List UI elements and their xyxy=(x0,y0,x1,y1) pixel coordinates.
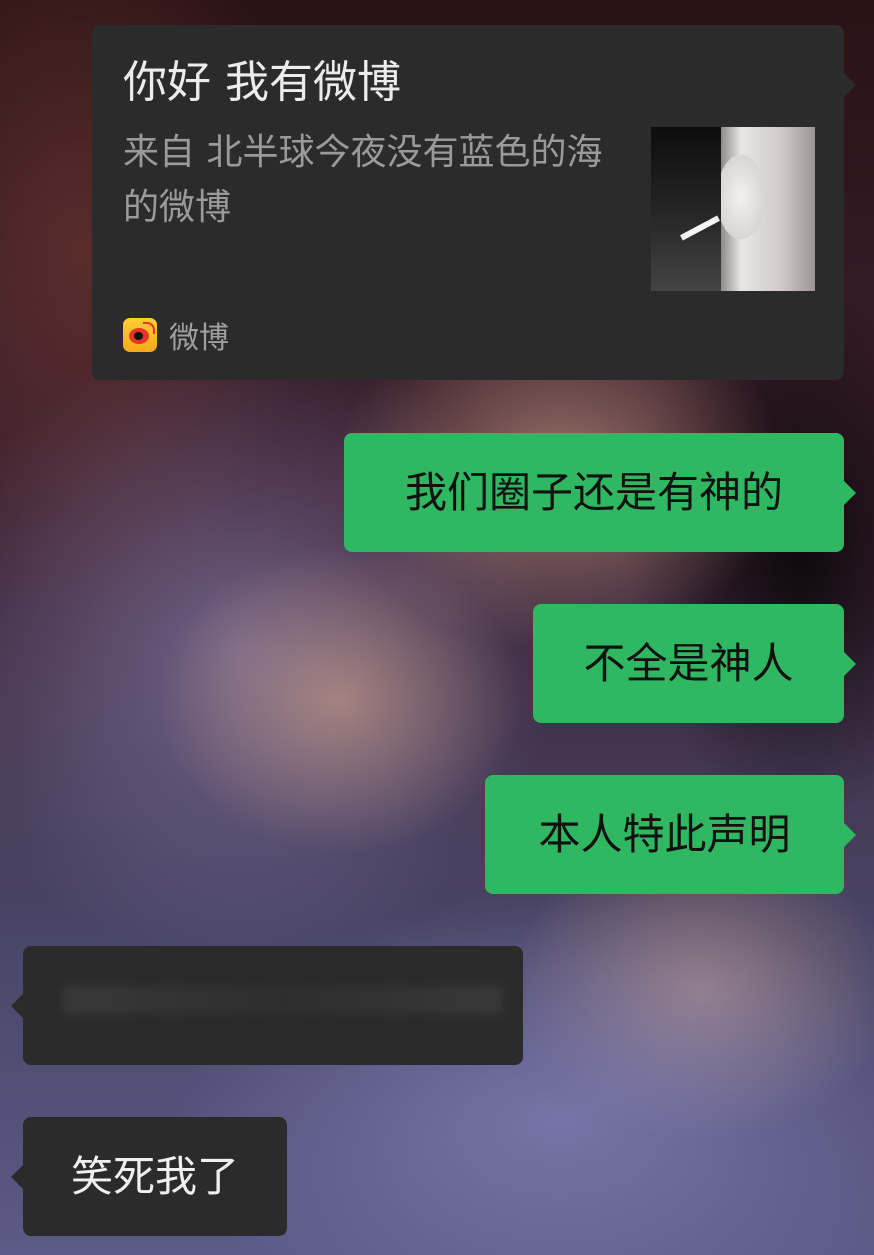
weibo-icon xyxy=(123,318,157,352)
message-bubble-outgoing[interactable]: 本人特此声明 xyxy=(485,775,856,894)
share-card-source-label: 微博 xyxy=(169,321,229,356)
message-bubble-incoming[interactable]: 笑死我了 xyxy=(11,1117,287,1236)
message-text: 我们圈子还是有神的 xyxy=(404,468,783,517)
message-text: 笑死我了 xyxy=(70,1152,239,1201)
message-text: 不全是神人 xyxy=(583,639,794,688)
thumbnail-hair-shape xyxy=(651,127,721,291)
message-bubble-incoming-redacted[interactable] xyxy=(11,946,523,1065)
weibo-share-card[interactable]: 你好 我有微博 来自 北半球今夜没有蓝色的海 的微博 微博 xyxy=(92,25,856,380)
message-bubble-outgoing[interactable]: 不全是神人 xyxy=(533,604,856,723)
share-card-thumbnail xyxy=(651,127,815,291)
message-bubble-outgoing[interactable]: 我们圈子还是有神的 xyxy=(344,433,856,552)
share-card-title: 你好 我有微博 xyxy=(123,57,401,108)
redacted-text-blur xyxy=(63,986,503,1014)
weibo-pupil-shape xyxy=(134,332,143,340)
message-text: 本人特此声明 xyxy=(538,810,791,859)
share-card-description: 来自 北半球今夜没有蓝色的海 的微博 xyxy=(123,132,603,228)
share-card-source: 微博 xyxy=(123,317,229,356)
weibo-arc-shape xyxy=(143,322,155,334)
